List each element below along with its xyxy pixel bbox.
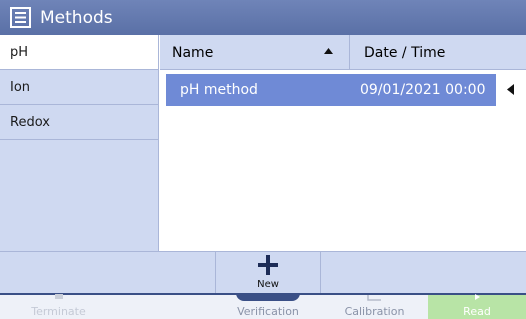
calibration-icon [366,295,381,301]
terminate-label: Terminate [31,305,86,318]
calibration-label: Calibration [344,305,405,318]
sort-ascending-icon [324,48,333,54]
row-selection[interactable]: pH method 09/01/2021 00:00 [166,74,496,106]
column-header-name-label: Name [172,44,214,61]
verification-label: Verification [237,305,299,318]
bottom-navigation: Terminate Verification Calibration Read [0,293,526,319]
row-details-button[interactable] [496,74,526,106]
column-header-date[interactable]: Date / Time [351,35,526,70]
sidebar-item-label: Ion [10,79,31,95]
column-header-name[interactable]: Name [160,35,350,70]
sidebar-item-ion[interactable]: Ion [0,70,158,105]
read-label: Read [463,305,491,318]
new-button-label: New [257,279,279,290]
sidebar-item-redox[interactable]: Redox [0,105,158,140]
divider [320,252,321,294]
play-icon [475,294,480,300]
action-toolbar: New [0,251,526,294]
plus-icon [258,255,278,275]
column-header-date-label: Date / Time [364,44,446,61]
calibration-button[interactable]: Calibration [321,295,428,319]
terminate-button[interactable]: Terminate [0,294,117,319]
stop-icon [54,294,63,299]
verification-button[interactable]: Verification [215,295,321,319]
method-list: pH method 09/01/2021 00:00 [160,71,526,251]
title-bar: Methods [0,0,526,35]
row-method-date: 09/01/2021 00:00 [360,82,486,98]
new-button[interactable]: New [216,252,320,294]
chevron-left-icon [507,84,514,95]
table-header: Name Date / Time [160,35,526,70]
sidebar-item-label: Redox [10,114,50,130]
read-button[interactable]: Read [428,294,526,319]
methods-icon [10,7,31,28]
page-title: Methods [40,7,113,28]
row-method-name: pH method [180,82,258,98]
method-type-sidebar: pH Ion Redox [0,35,159,251]
sidebar-item-label: pH [10,44,29,60]
table-row[interactable]: pH method 09/01/2021 00:00 [166,74,526,106]
sidebar-item-ph[interactable]: pH [0,35,158,70]
